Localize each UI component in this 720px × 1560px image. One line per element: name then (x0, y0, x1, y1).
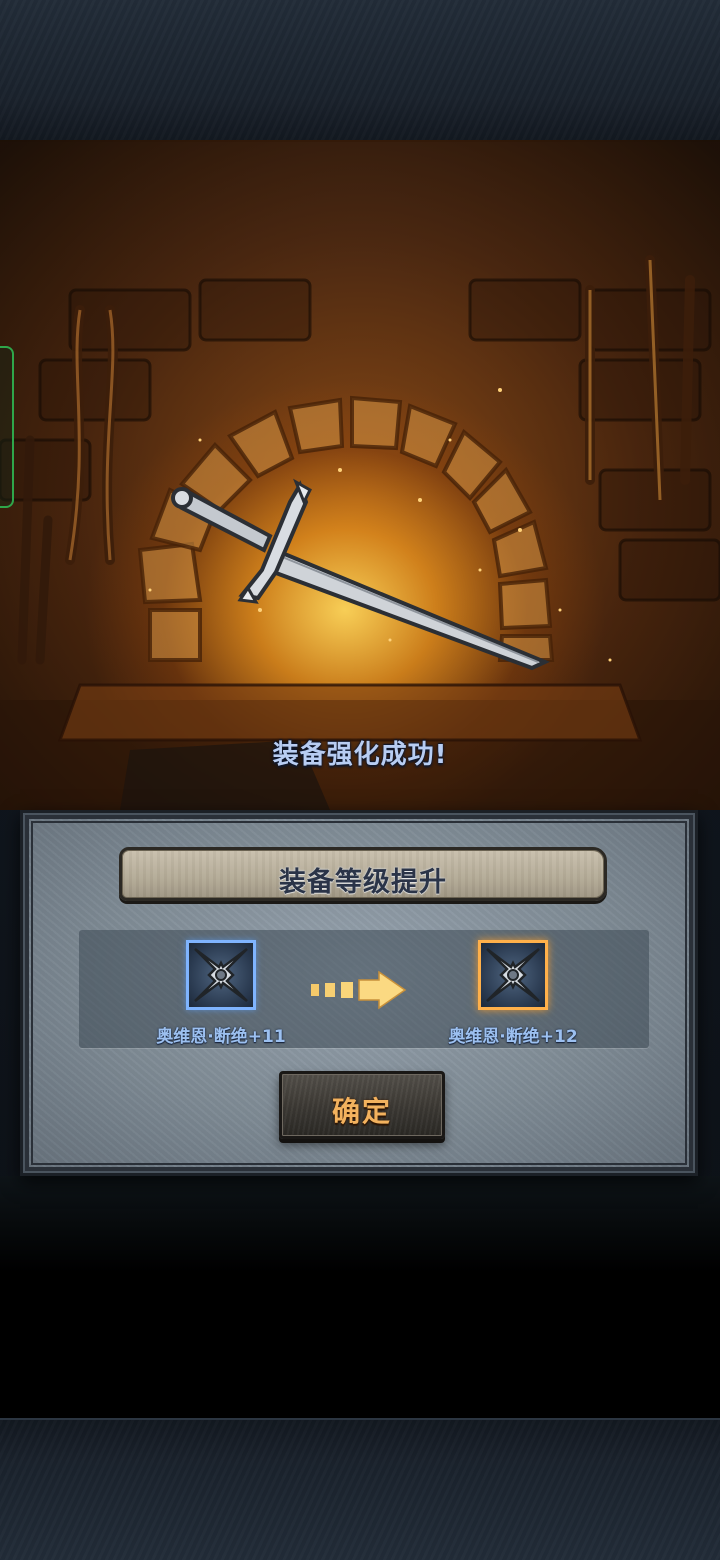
before-item[interactable]: 奥维恩·断绝+11 (141, 940, 301, 1047)
before-item-name: 奥维恩·断绝+11 (156, 1027, 286, 1047)
arrow-right-icon (311, 970, 407, 1010)
item-comparison: 奥维恩·断绝+11 奥维恩·断绝+12 (79, 930, 649, 1048)
bottom-frame (0, 1418, 720, 1560)
cross-blade-icon (186, 940, 256, 1010)
side-tab[interactable] (0, 346, 14, 508)
confirm-button[interactable]: 确定 (279, 1071, 445, 1139)
forge-scene (0, 140, 720, 810)
lower-backdrop (0, 1176, 720, 1418)
top-frame (0, 0, 720, 142)
panel-title: 装备等级提升 (279, 867, 447, 898)
upgrade-success-message: 装备强化成功! (272, 740, 448, 770)
cross-blade-icon (478, 940, 548, 1010)
sword-icon (171, 478, 550, 671)
upgrade-result-screen: 装备强化成功! 装备等级提升 奥维恩·断绝+11 奥维恩·断绝+12 确定 (0, 0, 720, 1560)
result-panel: 装备等级提升 奥维恩·断绝+11 奥维恩·断绝+12 确定 (20, 810, 698, 1176)
title-banner: 装备等级提升 (119, 847, 607, 901)
confirm-button-label: 确定 (331, 1095, 392, 1128)
after-item[interactable]: 奥维恩·断绝+12 (433, 940, 593, 1047)
after-item-name: 奥维恩·断绝+12 (448, 1027, 578, 1047)
